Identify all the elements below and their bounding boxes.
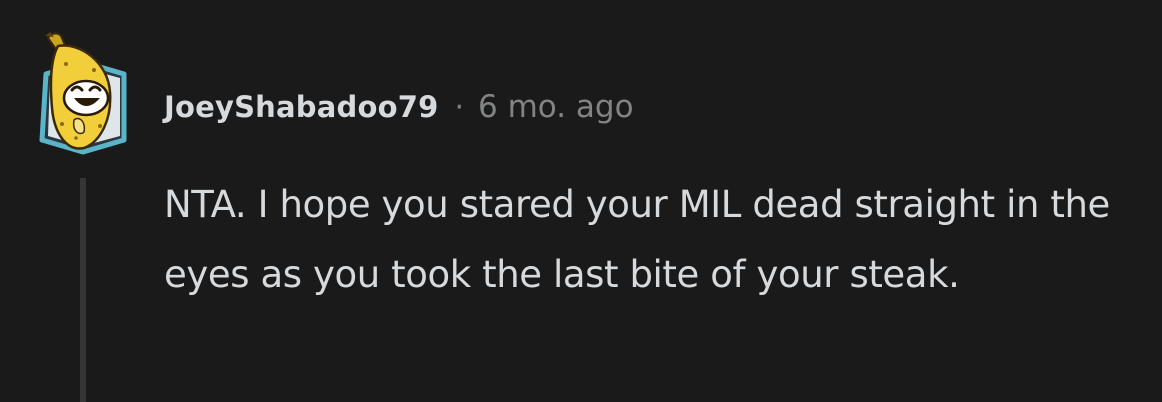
- thread-collapse-line[interactable]: [80, 178, 86, 402]
- timestamp[interactable]: 6 mo. ago: [478, 89, 634, 125]
- comment: JoeyShabadoo79 · 6 mo. ago NTA. I hope y…: [0, 0, 1162, 402]
- username-link[interactable]: JoeyShabadoo79: [164, 90, 438, 124]
- comment-meta: JoeyShabadoo79 · 6 mo. ago: [164, 82, 634, 132]
- comment-body: NTA. I hope you stared your MIL dead str…: [164, 183, 1110, 296]
- banana-avatar-icon: [39, 32, 127, 155]
- avatar[interactable]: [36, 28, 130, 156]
- meta-separator: ·: [454, 89, 465, 125]
